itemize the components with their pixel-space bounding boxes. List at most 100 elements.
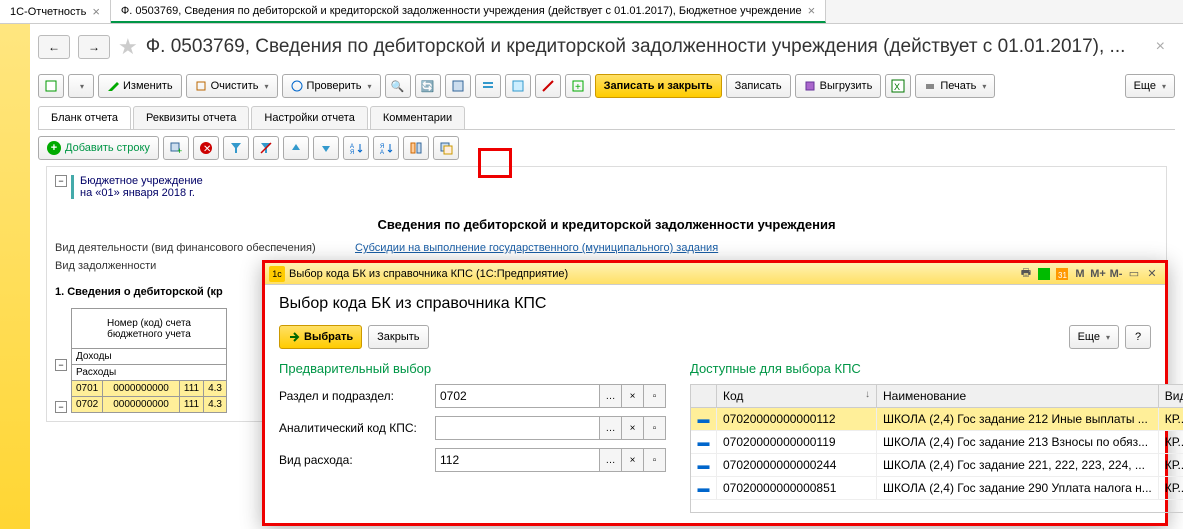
ellipsis-button[interactable]: … xyxy=(600,416,622,440)
tab-comments[interactable]: Комментарии xyxy=(370,106,465,129)
sort-asc-icon[interactable]: АЯ xyxy=(343,136,369,160)
select-button[interactable]: Выбрать xyxy=(279,325,362,349)
sort-desc-icon[interactable]: ЯА xyxy=(373,136,399,160)
section-label: Раздел и подраздел: xyxy=(279,389,429,403)
group-expenses[interactable]: Расходы xyxy=(72,365,227,381)
print-icon[interactable]: 🖶 xyxy=(1017,265,1035,283)
grid-icon[interactable] xyxy=(1035,265,1053,283)
tab-form[interactable]: Ф. 0503769, Сведения по дебиторской и кр… xyxy=(111,0,826,23)
excel-icon[interactable]: X xyxy=(885,74,911,98)
collapse-icon[interactable]: − xyxy=(55,175,67,187)
right-col-header: Доступные для выбора КПС xyxy=(690,361,1183,376)
col-name[interactable]: Наименование xyxy=(877,385,1159,407)
more-button[interactable]: Еще▾ xyxy=(1069,325,1119,349)
svg-text:31: 31 xyxy=(1058,271,1067,280)
section-input[interactable] xyxy=(435,384,600,408)
clear-button[interactable]: × xyxy=(622,448,644,472)
tab-blank[interactable]: Бланк отчета xyxy=(38,106,131,129)
window-tabs: 1С-Отчетность × Ф. 0503769, Сведения по … xyxy=(0,0,1183,24)
m-plus-button[interactable]: M+ xyxy=(1089,265,1107,283)
table-row[interactable]: 0701 0000000000 111 4.3 xyxy=(72,381,227,397)
clear-button[interactable]: Очистить▾ xyxy=(186,74,278,98)
filter-off-icon[interactable] xyxy=(253,136,279,160)
help-button[interactable]: ? xyxy=(1125,325,1151,349)
modal-title: Выбор кода БК из справочника КПС xyxy=(279,295,1151,313)
ellipsis-button[interactable]: … xyxy=(600,384,622,408)
close-icon[interactable]: × xyxy=(808,3,816,18)
tab-reporting[interactable]: 1С-Отчетность × xyxy=(0,0,111,23)
m-minus-button[interactable]: M- xyxy=(1107,265,1125,283)
add-row-button[interactable]: +Добавить строку xyxy=(38,136,159,160)
clear-button[interactable]: × xyxy=(622,384,644,408)
move-up-icon[interactable] xyxy=(283,136,309,160)
tab-settings[interactable]: Настройки отчета xyxy=(251,106,367,129)
delete-row-icon[interactable]: ✕ xyxy=(193,136,219,160)
open-button[interactable]: ▫ xyxy=(644,416,666,440)
code-cell-highlighted[interactable]: 0000000000 xyxy=(103,381,180,397)
open-button[interactable]: ▫ xyxy=(644,448,666,472)
back-button[interactable]: ← xyxy=(38,35,70,59)
open-button[interactable]: ▫ xyxy=(644,384,666,408)
search-icon[interactable]: 🔍 xyxy=(385,74,411,98)
left-col-header: Предварительный выбор xyxy=(279,361,666,376)
check-button[interactable]: Проверить▾ xyxy=(282,74,381,98)
grid-row[interactable]: ▬ 07020000000000112 ШКОЛА (2,4) Гос зада… xyxy=(691,408,1183,431)
report-title: Сведения по дебиторской и кредиторской з… xyxy=(55,217,1158,232)
copy-icon[interactable] xyxy=(433,136,459,160)
col-type[interactable]: Вид xyxy=(1159,385,1183,407)
row-toolbar: +Добавить строку + ✕ АЯ ЯА xyxy=(30,130,1183,166)
minimize-icon[interactable]: ▭ xyxy=(1125,265,1143,283)
analytic-label: Аналитический код КПС: xyxy=(279,421,429,435)
expand-icon[interactable]: − xyxy=(55,359,67,371)
filter-icon[interactable] xyxy=(223,136,249,160)
dropdown-button[interactable]: ▾ xyxy=(68,74,94,98)
columns-icon[interactable] xyxy=(403,136,429,160)
edit-button[interactable]: Изменить xyxy=(98,74,182,98)
rows-icon[interactable] xyxy=(475,74,501,98)
calendar-icon[interactable]: 31 xyxy=(1053,265,1071,283)
save-button[interactable]: Записать xyxy=(726,74,791,98)
ellipsis-button[interactable]: … xyxy=(600,448,622,472)
clear-button[interactable]: × xyxy=(622,416,644,440)
kps-picker-modal: 1c Выбор кода БК из справочника КПС (1С:… xyxy=(262,260,1168,526)
forward-button[interactable]: → xyxy=(78,35,110,59)
page-title: Ф. 0503769, Сведения по дебиторской и кр… xyxy=(146,36,1126,58)
m-button[interactable]: M xyxy=(1071,265,1089,283)
save-close-button[interactable]: Записать и закрыть xyxy=(595,74,722,98)
add-icon[interactable]: + xyxy=(565,74,591,98)
refresh-icon[interactable]: 🔄 xyxy=(415,74,441,98)
new-button[interactable] xyxy=(38,74,64,98)
row-icon: ▬ xyxy=(691,431,717,453)
copy-row-icon[interactable]: + xyxy=(163,136,189,160)
disable-icon[interactable] xyxy=(535,74,561,98)
expand-icon[interactable]: − xyxy=(55,401,67,413)
grid-row[interactable]: ▬ 07020000000000119 ШКОЛА (2,4) Гос зада… xyxy=(691,431,1183,454)
close-button[interactable]: Закрыть xyxy=(368,325,428,349)
group-income[interactable]: Доходы xyxy=(72,349,227,365)
app-icon: 1c xyxy=(269,266,285,282)
close-icon[interactable]: × xyxy=(92,4,100,19)
analytic-input[interactable] xyxy=(435,416,600,440)
grid-row[interactable]: ▬ 07020000000000851 ШКОЛА (2,4) Гос зада… xyxy=(691,477,1183,500)
tab-label: Ф. 0503769, Сведения по дебиторской и кр… xyxy=(121,5,802,17)
print-button[interactable]: Печать▾ xyxy=(915,74,995,98)
col-code[interactable]: Код↓ xyxy=(717,385,877,407)
export-button[interactable]: Выгрузить xyxy=(795,74,882,98)
grid-row[interactable]: ▬ 07020000000000244 ШКОЛА (2,4) Гос зада… xyxy=(691,454,1183,477)
close-icon[interactable]: ✕ xyxy=(1143,265,1161,283)
move-down-icon[interactable] xyxy=(313,136,339,160)
activity-value[interactable]: Субсидии на выполнение государственного … xyxy=(355,242,718,254)
org-info: Бюджетное учреждение на «01» января 2018… xyxy=(71,175,203,199)
expense-type-label: Вид расхода: xyxy=(279,453,429,467)
favorite-icon[interactable]: ★ xyxy=(118,34,138,60)
import-icon[interactable] xyxy=(445,74,471,98)
tab-label: 1С-Отчетность xyxy=(10,6,86,18)
modal-header[interactable]: 1c Выбор кода БК из справочника КПС (1С:… xyxy=(265,263,1165,285)
tab-requisites[interactable]: Реквизиты отчета xyxy=(133,106,249,129)
close-icon[interactable]: × xyxy=(1156,38,1165,56)
list-icon[interactable] xyxy=(505,74,531,98)
sub-tabs: Бланк отчета Реквизиты отчета Настройки … xyxy=(38,106,1175,130)
table-row[interactable]: 0702 0000000000 111 4.3 xyxy=(72,397,227,413)
more-button[interactable]: Еще▾ xyxy=(1125,74,1175,98)
expense-type-input[interactable] xyxy=(435,448,600,472)
